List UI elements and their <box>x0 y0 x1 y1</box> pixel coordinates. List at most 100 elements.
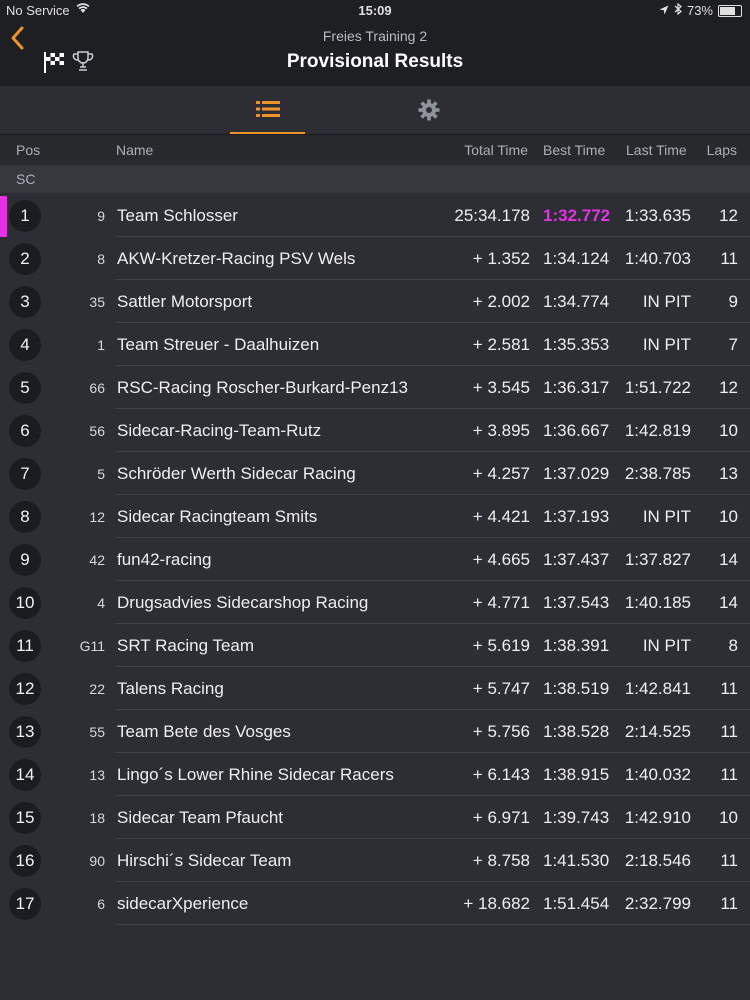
table-row[interactable]: 5 66 RSC-Racing Roscher-Burkard-Penz13 + 3.… <box>0 366 750 409</box>
last-time: 1:42.819 <box>624 421 691 440</box>
team-name: sidecarXperience <box>117 894 249 913</box>
table-row[interactable]: 3 35 Sattler Motorsport + 2.002 1:34.774 IN P… <box>0 280 750 323</box>
best-time: 1:38.528 <box>543 722 610 741</box>
best-time: 1:39.743 <box>543 808 610 827</box>
column-total-time: Total Time <box>464 142 528 158</box>
team-name: fun42-racing <box>117 550 212 569</box>
last-time: 1:51.722 <box>624 378 691 397</box>
page-title: Provisional Results <box>286 51 464 72</box>
row-divider <box>116 924 750 925</box>
team-name: Drugsadvies Sidecarshop Racing <box>117 593 369 612</box>
lap-count: 11 <box>720 249 738 268</box>
start-number: 9 <box>97 208 105 224</box>
lap-count: 8 <box>728 636 738 655</box>
lap-count: 11 <box>720 851 738 870</box>
lap-count: 11 <box>720 894 738 913</box>
best-time: 1:37.543 <box>543 593 610 612</box>
last-time: 1:40.185 <box>624 593 691 612</box>
last-time: 2:14.525 <box>624 722 691 741</box>
start-number: 4 <box>97 595 105 611</box>
position-badge: 2 <box>9 243 41 275</box>
best-time: 1:35.353 <box>543 335 610 354</box>
position-badge: 9 <box>9 544 41 576</box>
lap-count: 9 <box>728 292 738 311</box>
position-badge: 4 <box>9 329 41 361</box>
lap-count: 14 <box>719 550 738 569</box>
lap-count: 12 <box>719 378 738 397</box>
start-number: 12 <box>89 509 105 525</box>
last-time: IN PIT <box>642 507 691 526</box>
table-row[interactable]: 10 4 Drugsadvies Sidecarshop Racing + 4.771… <box>0 581 750 624</box>
table-row[interactable]: 12 22 Talens Racing + 5.747 1:38.519 1:42.841… <box>0 667 750 710</box>
lap-count: 10 <box>719 507 738 526</box>
best-time: 1:37.029 <box>543 464 610 483</box>
lap-count: 10 <box>719 808 738 827</box>
tab-results-list[interactable] <box>230 86 305 134</box>
last-time: 1:42.841 <box>624 679 691 698</box>
total-time: + 2.581 <box>472 335 530 354</box>
position-badge: 1 <box>9 200 41 232</box>
start-number: 55 <box>89 724 105 740</box>
position-badge: 12 <box>9 673 41 705</box>
class-section-header: SC <box>0 165 750 193</box>
start-number: 22 <box>89 681 105 697</box>
last-time: IN PIT <box>642 335 691 354</box>
table-row[interactable]: 1 9 Team Schlosser 25:34.178 1:32.772 1:33.63… <box>0 194 750 237</box>
last-time: 2:18.546 <box>624 851 691 870</box>
last-time: IN PIT <box>642 292 691 311</box>
last-time: 2:32.799 <box>624 894 691 913</box>
best-time: 1:38.391 <box>543 636 610 655</box>
start-number: 66 <box>89 380 105 396</box>
table-row[interactable]: 16 90 Hirschi´s Sidecar Team + 8.758 1:41.53… <box>0 839 750 882</box>
tab-settings[interactable] <box>391 86 466 134</box>
last-time: 1:37.827 <box>624 550 691 569</box>
lap-count: 11 <box>720 679 738 698</box>
table-row[interactable]: 2 8 AKW-Kretzer-Racing PSV Wels + 1.352 1:34… <box>0 237 750 280</box>
table-row[interactable]: 4 1 Team Streuer - Daalhuizen + 2.581 1:35.3… <box>0 323 750 366</box>
team-name: Schröder Werth Sidecar Racing <box>117 464 356 483</box>
position-badge: 11 <box>9 630 41 662</box>
position-badge: 13 <box>9 716 41 748</box>
table-row[interactable]: 8 12 Sidecar Racingteam Smits + 4.421 1:37.1… <box>0 495 750 538</box>
start-number: 90 <box>89 853 105 869</box>
best-time: 1:34.774 <box>543 292 610 311</box>
team-name: Team Bete des Vosges <box>117 722 291 741</box>
start-number: 1 <box>97 337 105 353</box>
lap-count: 13 <box>719 464 738 483</box>
table-row[interactable]: 14 13 Lingo´s Lower Rhine Sidecar Racers + … <box>0 753 750 796</box>
table-row[interactable]: 7 5 Schröder Werth Sidecar Racing + 4.257 1:… <box>0 452 750 495</box>
team-name: Sidecar Team Pfaucht <box>117 808 283 827</box>
position-badge: 8 <box>9 501 41 533</box>
total-time: + 5.756 <box>472 722 530 741</box>
total-time: + 4.665 <box>472 550 530 569</box>
team-name: Hirschi´s Sidecar Team <box>117 851 292 870</box>
best-time: 1:37.193 <box>543 507 610 526</box>
table-row[interactable]: 15 18 Sidecar Team Pfaucht + 6.971 1:39.743 1… <box>0 796 750 839</box>
position-badge: 10 <box>9 587 41 619</box>
results-table: 1 9 Team Schlosser 25:34.178 1:32.772 1:33.63… <box>0 194 750 925</box>
table-row[interactable]: 6 56 Sidecar-Racing-Team-Rutz + 3.895 1:36.6… <box>0 409 750 452</box>
start-number: 56 <box>89 423 105 439</box>
battery-percent: 73% <box>686 3 713 18</box>
best-time: 1:51.454 <box>543 894 610 913</box>
total-time: + 4.257 <box>472 464 530 483</box>
team-name: SRT Racing Team <box>117 636 255 655</box>
table-row[interactable]: 9 42 fun42-racing + 4.665 1:37.437 1:37.827 14 <box>0 538 750 581</box>
lap-count: 14 <box>719 593 738 612</box>
best-time: 1:34.124 <box>543 249 610 268</box>
status-bar: No Service 15:09 73% <box>0 0 750 20</box>
column-name: Name <box>116 142 154 158</box>
team-name: RSC-Racing Roscher-Burkard-Penz13 <box>117 378 409 397</box>
total-time: + 1.352 <box>472 249 530 268</box>
last-time: 2:38.785 <box>624 464 691 483</box>
position-badge: 17 <box>9 888 41 920</box>
team-name: Team Schlosser <box>117 206 238 225</box>
team-name: Sidecar Racingteam Smits <box>117 507 318 526</box>
table-row[interactable]: 13 55 Team Bete des Vosges + 5.756 1:38.528 2… <box>0 710 750 753</box>
best-time: 1:41.530 <box>543 851 610 870</box>
bluetooth-icon <box>674 2 682 18</box>
lap-count: 11 <box>720 722 738 741</box>
table-row[interactable]: 11 G11 SRT Racing Team + 5.619 1:38.391 IN PI… <box>0 624 750 667</box>
table-row[interactable]: 17 6 sidecarXperience + 18.682 1:51.454 2:32.… <box>0 882 750 925</box>
column-best-time: Best Time <box>543 142 606 158</box>
